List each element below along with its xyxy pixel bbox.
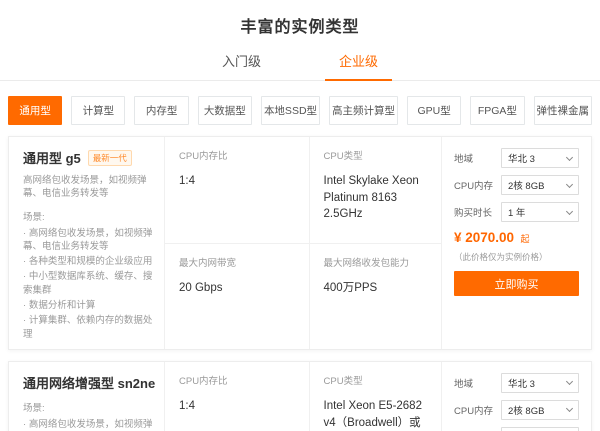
tab-enterprise-level[interactable]: 企业级 bbox=[325, 51, 392, 81]
tab-entry-level[interactable]: 入门级 bbox=[208, 51, 275, 81]
scene-label: 场景: bbox=[23, 209, 156, 223]
spec-label: CPU内存比 bbox=[179, 373, 295, 387]
category-tab-compute[interactable]: 计算型 bbox=[71, 96, 125, 125]
region-select[interactable]: 华北 3 bbox=[501, 148, 579, 168]
chevron-down-icon bbox=[566, 153, 573, 160]
scene-list: 高网络包收发场景，如视频弹幕、电信业务转发等 各种类型和规模的企业级应用 中小型… bbox=[23, 418, 156, 431]
chevron-down-icon bbox=[566, 378, 573, 385]
spec-cpu-type: CPU类型 Intel Skylake Xeon Platinum 8163 2… bbox=[309, 137, 441, 243]
spec-cpu-mem-ratio: CPU内存比 1:4 bbox=[165, 137, 309, 243]
spec-value: 20 Gbps bbox=[179, 280, 295, 297]
buy-now-button[interactable]: 立即购买 bbox=[454, 271, 579, 296]
purchase-section: 地域 华北 3 CPU内存 2核 8GB 购买时长 1 年 ¥ 2322.00 … bbox=[441, 362, 591, 431]
spec-max-bandwidth: 最大内网带宽 20 Gbps bbox=[165, 243, 309, 349]
scene-item: 数据分析和计算 bbox=[23, 299, 156, 312]
spec-cpu-type: CPU类型 Intel Xeon E5-2682 v4（Broadwell）或P… bbox=[309, 362, 441, 431]
spec-value: 1:4 bbox=[179, 398, 295, 415]
category-tab-fpga[interactable]: FPGA型 bbox=[470, 96, 524, 125]
cpu-mem-label: CPU内存 bbox=[454, 178, 501, 192]
spec-max-pps: 最大网络收发包能力 400万PPS bbox=[309, 243, 441, 349]
scene-item: 高网络包收发场景，如视频弹幕、电信业务转发等 bbox=[23, 418, 156, 431]
latest-generation-badge: 最新一代 bbox=[88, 150, 132, 166]
spec-label: CPU类型 bbox=[324, 148, 427, 162]
instance-card-sn2ne: 通用网络增强型 sn2ne 场景: 高网络包收发场景，如视频弹幕、电信业务转发等… bbox=[8, 361, 592, 431]
category-tab-memory[interactable]: 内存型 bbox=[134, 96, 188, 125]
scene-item: 高网络包收发场景，如视频弹幕、电信业务转发等 bbox=[23, 227, 156, 254]
spec-grid: CPU内存比 1:4 CPU类型 Intel Skylake Xeon Plat… bbox=[164, 137, 441, 349]
spec-value: Intel Xeon E5-2682 v4（Broadwell）或Platinu… bbox=[324, 398, 427, 431]
chevron-down-icon bbox=[566, 180, 573, 187]
region-label: 地域 bbox=[454, 151, 501, 165]
spec-cpu-mem-ratio: CPU内存比 1:4 bbox=[165, 362, 309, 431]
duration-select-value: 1 年 bbox=[508, 205, 525, 219]
cpu-mem-select-value: 2核 8GB bbox=[508, 403, 544, 417]
spec-label: CPU类型 bbox=[324, 373, 427, 387]
cpu-mem-select[interactable]: 2核 8GB bbox=[501, 400, 579, 420]
category-tabs: 通用型 计算型 内存型 大数据型 本地SSD型 高主频计算型 GPU型 FPGA… bbox=[8, 96, 592, 125]
duration-label: 购买时长 bbox=[454, 205, 501, 219]
level-tabs: 入门级 企业级 bbox=[0, 51, 600, 81]
scene-list: 高网络包收发场景，如视频弹幕、电信业务转发等 各种类型和规模的企业级应用 中小型… bbox=[23, 227, 156, 341]
spec-value: 400万PPS bbox=[324, 280, 427, 297]
instance-card-g5: 通用型 g5 最新一代 高网络包收发场景，如视频弹幕、电信业务转发等 场景: 高… bbox=[8, 136, 592, 350]
cpu-mem-select-value: 2核 8GB bbox=[508, 178, 544, 192]
scene-item: 计算集群、依赖内存的数据处理 bbox=[23, 314, 156, 341]
duration-select[interactable]: 1 年 bbox=[501, 427, 579, 431]
purchase-section: 地域 华北 3 CPU内存 2核 8GB 购买时长 1 年 ¥ 2070.00 … bbox=[441, 137, 591, 349]
cpu-mem-select[interactable]: 2核 8GB bbox=[501, 175, 579, 195]
category-tab-local-ssd[interactable]: 本地SSD型 bbox=[261, 96, 320, 125]
instance-description: 高网络包收发场景，如视频弹幕、电信业务转发等 bbox=[23, 174, 156, 201]
cpu-mem-label: CPU内存 bbox=[454, 403, 501, 417]
category-tab-bigdata[interactable]: 大数据型 bbox=[198, 96, 252, 125]
category-tab-high-clock[interactable]: 高主频计算型 bbox=[329, 96, 398, 125]
spec-label: 最大内网带宽 bbox=[179, 255, 295, 269]
price: ¥ 2070.00 bbox=[454, 230, 514, 245]
region-select-value: 华北 3 bbox=[508, 151, 535, 165]
spec-label: CPU内存比 bbox=[179, 148, 295, 162]
scene-label: 场景: bbox=[23, 400, 156, 414]
region-label: 地域 bbox=[454, 376, 501, 390]
region-select[interactable]: 华北 3 bbox=[501, 373, 579, 393]
category-tab-bare-metal[interactable]: 弹性裸金属 bbox=[534, 96, 593, 125]
instance-title: 通用型 g5 bbox=[23, 148, 81, 167]
category-tab-general[interactable]: 通用型 bbox=[8, 96, 62, 125]
card-info-section: 通用型 g5 最新一代 高网络包收发场景，如视频弹幕、电信业务转发等 场景: 高… bbox=[9, 137, 164, 349]
scene-item: 中小型数据库系统、缓存、搜索集群 bbox=[23, 270, 156, 297]
chevron-down-icon bbox=[566, 207, 573, 214]
spec-grid: CPU内存比 1:4 CPU类型 Intel Xeon E5-2682 v4（B… bbox=[164, 362, 441, 431]
price-note: （此价格仅为实例价格） bbox=[454, 251, 579, 263]
instance-title: 通用网络增强型 sn2ne bbox=[23, 373, 155, 392]
chevron-down-icon bbox=[566, 405, 573, 412]
region-select-value: 华北 3 bbox=[508, 376, 535, 390]
spec-value: 1:4 bbox=[179, 173, 295, 190]
card-info-section: 通用网络增强型 sn2ne 场景: 高网络包收发场景，如视频弹幕、电信业务转发等… bbox=[9, 362, 164, 431]
duration-select[interactable]: 1 年 bbox=[501, 202, 579, 222]
page-title: 丰富的实例类型 bbox=[0, 0, 600, 37]
spec-label: 最大网络收发包能力 bbox=[324, 255, 427, 269]
spec-value: Intel Skylake Xeon Platinum 8163 2.5GHz bbox=[324, 173, 427, 223]
price-suffix: 起 bbox=[521, 234, 530, 244]
scene-item: 各种类型和规模的企业级应用 bbox=[23, 255, 156, 268]
category-tab-gpu[interactable]: GPU型 bbox=[407, 96, 461, 125]
